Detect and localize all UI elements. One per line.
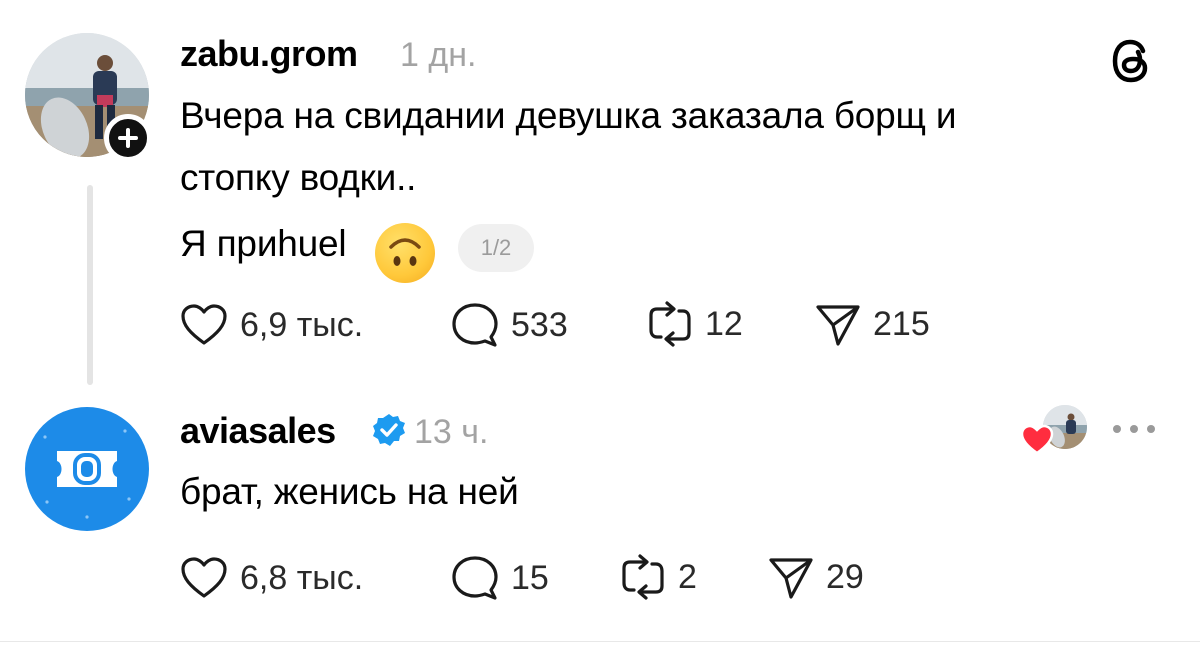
post-repost-button[interactable]: 12 [647, 301, 743, 347]
post-timestamp: 1 дн. [400, 36, 477, 74]
reply-timestamp: 13 ч. [414, 413, 489, 451]
thread-connector-line [87, 185, 93, 385]
plus-icon [118, 128, 138, 148]
speech-bubble-icon [452, 556, 498, 600]
post-username[interactable]: zabu.grom [180, 33, 358, 75]
post-share-button[interactable]: 215 [815, 301, 930, 347]
aviasales-avatar[interactable] [25, 407, 149, 531]
reply-reply-button[interactable]: 15 [451, 554, 549, 602]
reply-share-count: 29 [826, 557, 864, 596]
post-like-button[interactable]: 6,9 тыс. [180, 303, 363, 347]
reply-text: брат, женись на ней [180, 471, 519, 512]
reply-like-button[interactable]: 6,8 тыс. [180, 556, 363, 600]
liked-heart-icon [1020, 424, 1054, 455]
more-dots-icon[interactable] [1111, 422, 1157, 436]
post-reply-button[interactable]: 533 [451, 301, 568, 349]
reply-repost-button[interactable]: 2 [620, 554, 697, 600]
post-text-line-2: стопку водки.. [180, 157, 417, 198]
reply-like-count: 6,8 тыс. [240, 558, 364, 597]
post-share-count: 215 [873, 304, 930, 343]
heart-outline-icon [181, 304, 227, 345]
paper-plane-icon [816, 305, 860, 346]
heart-outline-icon [181, 557, 227, 598]
repost-arrows-icon [649, 301, 691, 347]
reply-share-button[interactable]: 29 [768, 554, 864, 600]
post-repost-count: 12 [705, 304, 743, 343]
verified-badge-icon [373, 414, 405, 446]
bottom-divider [0, 641, 1200, 642]
post-reply-count: 533 [511, 305, 568, 344]
speech-bubble-icon [452, 303, 498, 347]
threads-logo-icon[interactable] [1106, 34, 1158, 88]
reply-reply-count: 15 [511, 558, 549, 597]
reply-repost-count: 2 [678, 557, 697, 596]
paper-plane-icon [769, 558, 813, 599]
post-text-line-3: Я приhuel [180, 223, 347, 264]
page-indicator: 1/2 [458, 224, 534, 272]
reply-username[interactable]: aviasales [180, 410, 336, 452]
post-like-count: 6,9 тыс. [240, 305, 364, 344]
follow-button[interactable] [104, 114, 152, 162]
upside-down-face-emoji [375, 223, 435, 283]
repost-arrows-icon [622, 554, 664, 600]
post-text-line-1: Вчера на свидании девушка заказала борщ … [180, 95, 957, 136]
